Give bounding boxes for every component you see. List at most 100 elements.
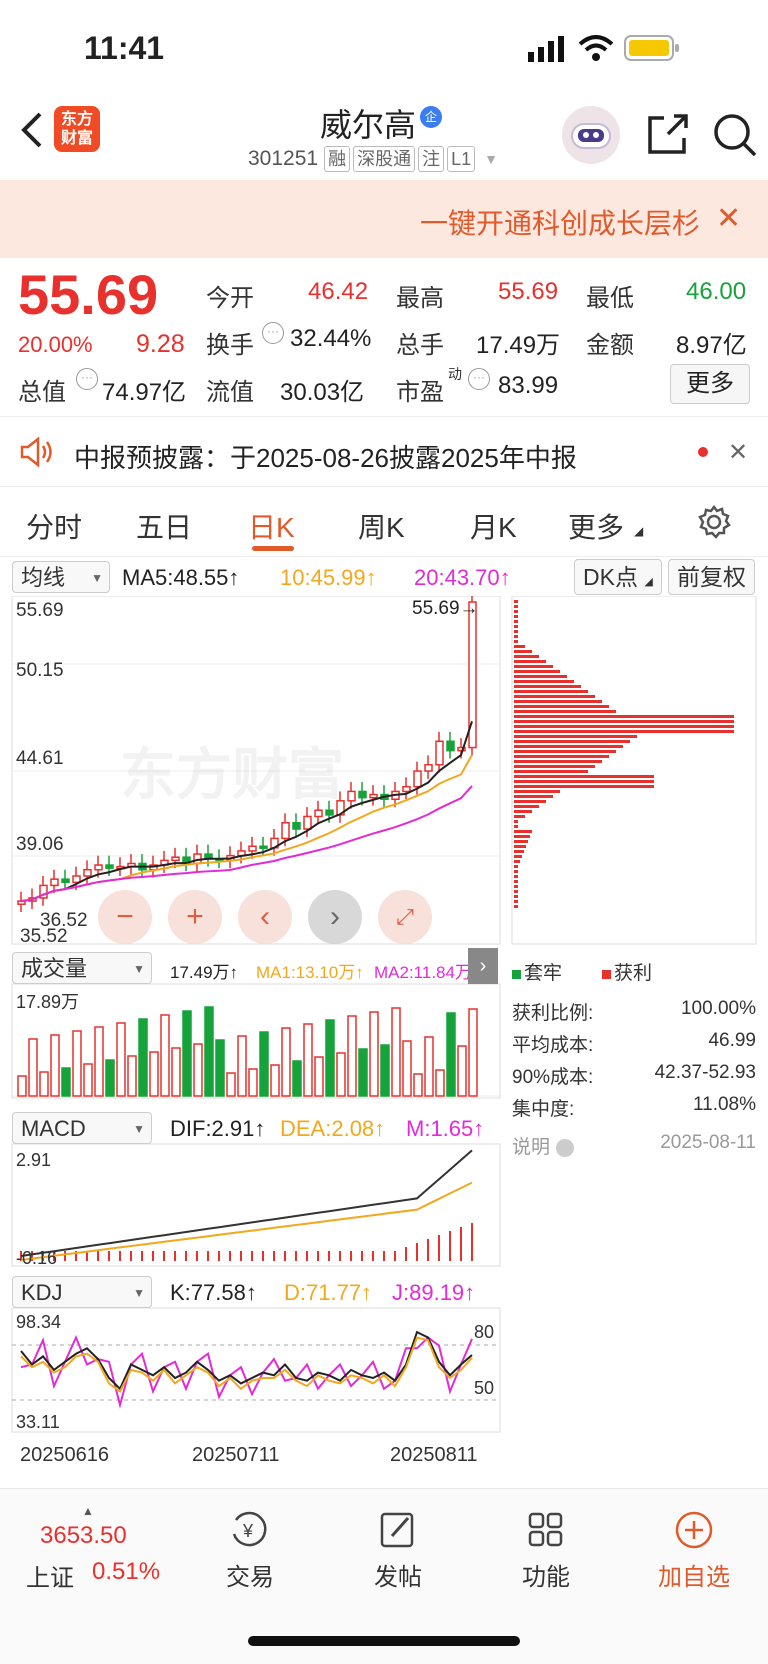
fullscreen-button[interactable]: ⤢ xyxy=(378,890,432,944)
scroll-left-button[interactable]: ‹ xyxy=(238,890,292,944)
chip-bar xyxy=(514,615,518,618)
close-icon[interactable]: ✕ xyxy=(728,438,748,467)
chip-bar xyxy=(514,650,532,653)
chip-bar xyxy=(514,745,623,748)
volume-select[interactable]: 成交量 ▼ xyxy=(12,952,152,984)
scroll-right-button[interactable]: › xyxy=(308,890,362,944)
chip-bar xyxy=(514,840,528,843)
app-logo: 东方 财富 xyxy=(54,106,100,152)
kdj-axis-top: 98.34 xyxy=(16,1312,62,1332)
add-watchlist-button[interactable]: 加自选 xyxy=(634,1510,754,1592)
dea-line xyxy=(20,1181,473,1261)
back-icon[interactable] xyxy=(16,110,46,155)
volume-bar xyxy=(83,1063,93,1097)
ma5-value: MA5:48.55↑ xyxy=(122,565,240,590)
volume-bar xyxy=(369,1011,379,1097)
chip-bar xyxy=(514,710,616,713)
adjust-button[interactable]: 前复权 xyxy=(668,559,755,595)
trade-icon: ¥ xyxy=(232,1511,267,1547)
chip-bar xyxy=(514,810,532,813)
index-pct[interactable]: 0.51% xyxy=(92,1558,160,1586)
pe-value: 83.99 xyxy=(498,372,559,399)
info-icon[interactable]: ··· xyxy=(76,368,98,390)
chip-bar xyxy=(514,765,595,768)
volume-current: 17.49万↑ xyxy=(170,963,239,982)
chip-bar xyxy=(514,660,546,663)
kline-candle xyxy=(50,878,59,887)
volume-bar xyxy=(281,1027,291,1097)
chip-bar xyxy=(514,785,654,788)
amount-label: 金额 xyxy=(586,332,634,359)
chip-bar xyxy=(514,635,518,638)
volume-bar xyxy=(61,1067,71,1097)
expand-arrow-icon[interactable]: › xyxy=(468,948,498,984)
avg-cost-row: 平均成本: 46.99 xyxy=(512,1030,756,1056)
volume-ma1: MA1:13.10万↑ xyxy=(256,963,364,982)
chip-bar xyxy=(514,870,518,873)
macd-dea: DEA:2.08↑ xyxy=(280,1116,386,1141)
chip-bar xyxy=(514,685,581,688)
index-value[interactable]: 3653.50 xyxy=(40,1522,127,1550)
wifi-icon xyxy=(578,34,614,67)
chip-bar xyxy=(514,860,520,863)
profile-note-row[interactable]: 说明 2025-08-11 xyxy=(512,1132,756,1159)
macd-select[interactable]: MACD ▼ xyxy=(12,1112,152,1144)
index-name[interactable]: 上证 xyxy=(26,1558,74,1593)
tag-level: L1 xyxy=(447,146,476,172)
volume-bar xyxy=(182,1010,192,1097)
battery-icon xyxy=(624,35,680,66)
ma-select[interactable]: 均线 ▼ xyxy=(12,561,110,593)
volume-bar xyxy=(116,1022,126,1097)
tab-intraday[interactable]: 分时 xyxy=(26,506,82,546)
notice-text[interactable]: 中报预披露：于2025-08-26披露2025年中报 xyxy=(74,438,577,475)
change-pct: 20.00% xyxy=(18,332,93,357)
tab-weekly-k[interactable]: 周K xyxy=(358,506,405,546)
home-indicator xyxy=(248,1636,520,1646)
macd-dif: DIF:2.91↑ xyxy=(170,1116,266,1141)
chip-bar xyxy=(514,705,609,708)
low-label: 最低 xyxy=(586,285,634,312)
volume-bar xyxy=(259,1031,269,1097)
zoom-in-button[interactable]: + xyxy=(168,890,222,944)
axis-price-4: 39.06 xyxy=(16,834,64,855)
chip-bar xyxy=(514,625,518,628)
chip-bar xyxy=(514,855,522,858)
ma10-value: 10:45.99↑ xyxy=(280,565,377,590)
search-icon[interactable] xyxy=(712,112,758,163)
axis-price-2: 50.15 xyxy=(16,660,64,681)
more-button[interactable]: 更多 xyxy=(670,364,750,404)
volume-bar xyxy=(336,1052,346,1097)
chip-bar xyxy=(514,610,518,613)
caret-down-icon[interactable]: ▼ xyxy=(484,151,498,167)
zoom-out-button[interactable]: − xyxy=(98,890,152,944)
dif-line xyxy=(20,1149,473,1257)
volume-bar xyxy=(391,1007,401,1097)
share-icon[interactable] xyxy=(646,112,690,161)
kdj-select[interactable]: KDJ ▼ xyxy=(12,1276,152,1308)
kdj-k-line xyxy=(20,1330,473,1391)
tab-monthly-k[interactable]: 月K xyxy=(470,506,517,546)
dk-point-button[interactable]: DK点 ◢ xyxy=(574,559,662,595)
chip-bar xyxy=(514,725,734,728)
close-icon[interactable]: ✕ xyxy=(716,204,741,234)
settings-gear-icon[interactable] xyxy=(696,504,732,545)
info-icon[interactable]: ··· xyxy=(262,322,284,344)
post-button[interactable]: 发帖 xyxy=(338,1510,458,1592)
chip-bar xyxy=(514,695,595,698)
function-button[interactable]: 功能 xyxy=(486,1510,606,1592)
kdj-j: J:89.19↑ xyxy=(392,1280,476,1305)
volume-bar xyxy=(17,1075,27,1097)
chip-bar xyxy=(514,750,616,753)
volume-bar xyxy=(347,1015,357,1097)
chip-bar xyxy=(514,905,518,908)
kdj-level-80: 80 xyxy=(474,1322,495,1342)
unread-dot xyxy=(698,447,708,457)
kline-candle xyxy=(292,821,301,830)
tab-daily-k[interactable]: 日K xyxy=(248,506,295,546)
tab-more[interactable]: 更多 xyxy=(568,506,624,546)
trade-button[interactable]: ¥ 交易 xyxy=(190,1510,310,1592)
info-icon[interactable]: ··· xyxy=(468,368,490,390)
tab-five-day[interactable]: 五日 xyxy=(136,506,192,546)
kline-candle xyxy=(105,864,114,869)
robot-avatar-icon[interactable] xyxy=(562,106,620,164)
